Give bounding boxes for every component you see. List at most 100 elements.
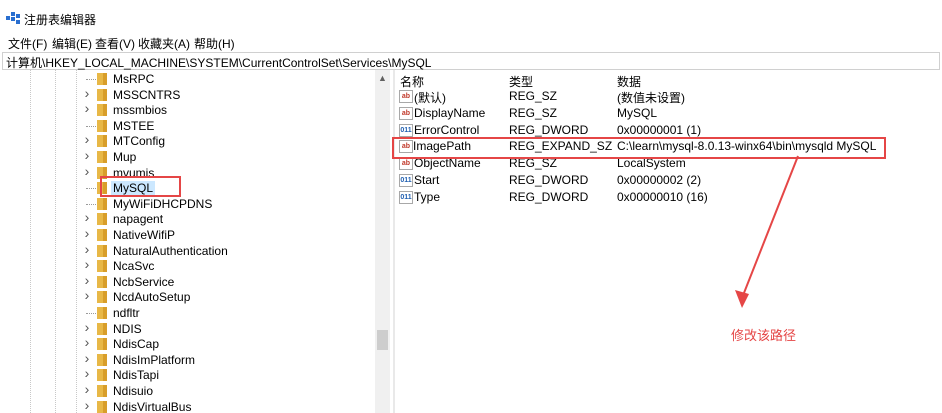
menu-view[interactable]: 查看(V)	[95, 35, 135, 52]
folder-icon	[97, 244, 107, 257]
tree-item[interactable]: › mssmbios	[2, 100, 372, 118]
value-row[interactable]: 011 Type REG_DWORD 0x00000010 (16)	[396, 189, 942, 205]
value-row[interactable]: 011 Start REG_DWORD 0x00000002 (2)	[396, 172, 942, 188]
tree-item[interactable]: ndfltr	[2, 305, 372, 321]
folder-icon	[97, 229, 107, 241]
tree-item[interactable]: › MTConfig	[2, 131, 372, 149]
value-row[interactable]: ab DisplayName REG_SZ MySQL	[396, 105, 942, 121]
address-path: 计算机\HKEY_LOCAL_MACHINE\SYSTEM\CurrentCon…	[6, 56, 432, 70]
chevron-right-icon[interactable]: ›	[82, 131, 92, 147]
tree-item[interactable]: › NDIS	[2, 319, 372, 337]
chevron-right-icon[interactable]: ›	[82, 163, 92, 179]
string-value-icon: ab	[399, 90, 413, 103]
folder-icon	[97, 291, 107, 304]
tree-item[interactable]: › NdisImPlatform	[2, 350, 372, 368]
tree-item[interactable]: › NcdAutoSetup	[2, 287, 372, 305]
window-title: 注册表编辑器	[24, 13, 97, 27]
chevron-right-icon[interactable]: ›	[82, 225, 92, 241]
folder-icon	[97, 322, 107, 335]
chevron-right-icon[interactable]: ›	[82, 241, 92, 257]
folder-icon	[97, 88, 107, 101]
address-bar[interactable]: 计算机\HKEY_LOCAL_MACHINE\SYSTEM\CurrentCon…	[2, 52, 940, 70]
tree-item-label: MyWiFiDHCPDNS	[113, 196, 213, 211]
chevron-right-icon[interactable]: ›	[82, 381, 92, 397]
tree-item[interactable]: › NdisVirtualBus	[2, 397, 372, 413]
tree-connector	[86, 79, 96, 80]
folder-icon	[97, 197, 107, 210]
folder-icon	[97, 119, 107, 132]
menu-favorites[interactable]: 收藏夹(A)	[138, 35, 190, 52]
tree-item-label: Ndisuio	[113, 384, 154, 398]
chevron-right-icon[interactable]: ›	[82, 209, 92, 225]
tree-item[interactable]: MyWiFiDHCPDNS	[2, 196, 372, 212]
annotation-arrow	[735, 155, 799, 308]
values-pane: 名称 类型 数据 ab (默认) REG_SZ (数值未设置) ab DisplayNam…	[396, 70, 942, 413]
folder-icon	[97, 369, 107, 382]
string-value-icon: ab	[399, 106, 413, 120]
scroll-up-icon[interactable]: ▲	[378, 73, 387, 83]
value-data: LocalSystem	[617, 156, 686, 171]
tree-item-label: NcaSvc	[113, 259, 155, 274]
chevron-right-icon[interactable]: ›	[82, 350, 92, 366]
tree-item[interactable]: MsRPC	[2, 71, 372, 87]
value-data: 0x00000001 (1)	[617, 122, 702, 137]
annotation-text: 修改该路径	[731, 328, 797, 343]
menu-file[interactable]: 文件(F)	[8, 35, 47, 52]
tree-item[interactable]: › napagent	[2, 209, 372, 227]
folder-icon	[97, 307, 107, 319]
tree-item[interactable]: › mvumis	[2, 163, 372, 181]
menu-help[interactable]: 帮助(H)	[194, 35, 235, 52]
tree-item[interactable]: MySQL	[2, 180, 372, 196]
value-row[interactable]: ab ImagePath REG_EXPAND_SZ C:\learn\mysql-8…	[396, 138, 942, 154]
tree-item-label: NativeWifiP	[113, 228, 176, 242]
tree-item[interactable]: › MSSCNTRS	[2, 85, 372, 103]
value-type: REG_SZ	[509, 105, 558, 120]
value-row[interactable]: ab (默认) REG_SZ (数值未设置)	[396, 88, 942, 105]
chevron-right-icon[interactable]: ›	[82, 397, 92, 413]
tree-item[interactable]: › Mup	[2, 147, 372, 165]
chevron-right-icon[interactable]: ›	[82, 272, 92, 288]
tree-item[interactable]: MSTEE	[2, 118, 372, 134]
tree-item[interactable]: › NcbService	[2, 272, 372, 290]
value-row[interactable]: 011 ErrorControl REG_DWORD 0x00000001 (1)	[396, 122, 942, 138]
chevron-right-icon[interactable]: ›	[82, 147, 92, 163]
chevron-right-icon[interactable]: ›	[82, 100, 92, 116]
scrollbar-thumb[interactable]	[377, 330, 388, 350]
tree-item-label: MySQL	[111, 181, 156, 196]
tree-item[interactable]: › NdisCap	[2, 334, 372, 352]
tree-scrollbar[interactable]: ▲	[375, 70, 390, 413]
folder-icon	[97, 275, 107, 288]
chevron-right-icon[interactable]: ›	[82, 365, 92, 381]
value-type: REG_SZ	[509, 89, 558, 103]
chevron-right-icon[interactable]: ›	[82, 256, 92, 272]
tree-connector	[86, 203, 96, 205]
registry-editor-icon	[6, 12, 20, 24]
tree-item[interactable]: › NdisTapi	[2, 365, 372, 383]
key-tree-pane[interactable]: MsRPC › MSSCNTRS › mssmbios MSTEE › MTConfig › Mu…	[2, 70, 375, 413]
tree-item-label: NcdAutoSetup	[113, 290, 191, 305]
tree-item-label: MSSCNTRS	[113, 87, 181, 102]
tree-item[interactable]: › NaturalAuthentication	[2, 241, 372, 259]
folder-icon	[97, 182, 107, 195]
chevron-right-icon[interactable]: ›	[82, 319, 92, 335]
menu-edit[interactable]: 编辑(E)	[52, 35, 92, 52]
tree-item-label: NaturalAuthentication	[113, 243, 228, 258]
tree-connector	[86, 188, 96, 190]
tree-item-label: napagent	[113, 212, 164, 227]
tree-item-label: NdisCap	[113, 337, 160, 352]
pane-splitter[interactable]	[393, 70, 395, 413]
tree-item[interactable]: › NativeWifiP	[2, 225, 372, 243]
value-type: REG_DWORD	[509, 122, 589, 137]
chevron-right-icon[interactable]: ›	[82, 287, 92, 303]
value-type: REG_DWORD	[509, 189, 589, 204]
chevron-right-icon[interactable]: ›	[82, 334, 92, 350]
folder-icon	[97, 135, 107, 148]
tree-item[interactable]: › Ndisuio	[2, 381, 372, 399]
chevron-right-icon[interactable]: ›	[82, 85, 92, 101]
string-value-icon: ab	[399, 140, 413, 154]
folder-icon	[97, 166, 107, 179]
value-name: Start	[414, 173, 440, 187]
tree-item[interactable]: › NcaSvc	[2, 256, 372, 274]
value-row[interactable]: ab ObjectName REG_SZ LocalSystem	[396, 155, 942, 171]
menu-bar: 文件(F) 编辑(E) 查看(V) 收藏夹(A) 帮助(H)	[0, 33, 942, 51]
